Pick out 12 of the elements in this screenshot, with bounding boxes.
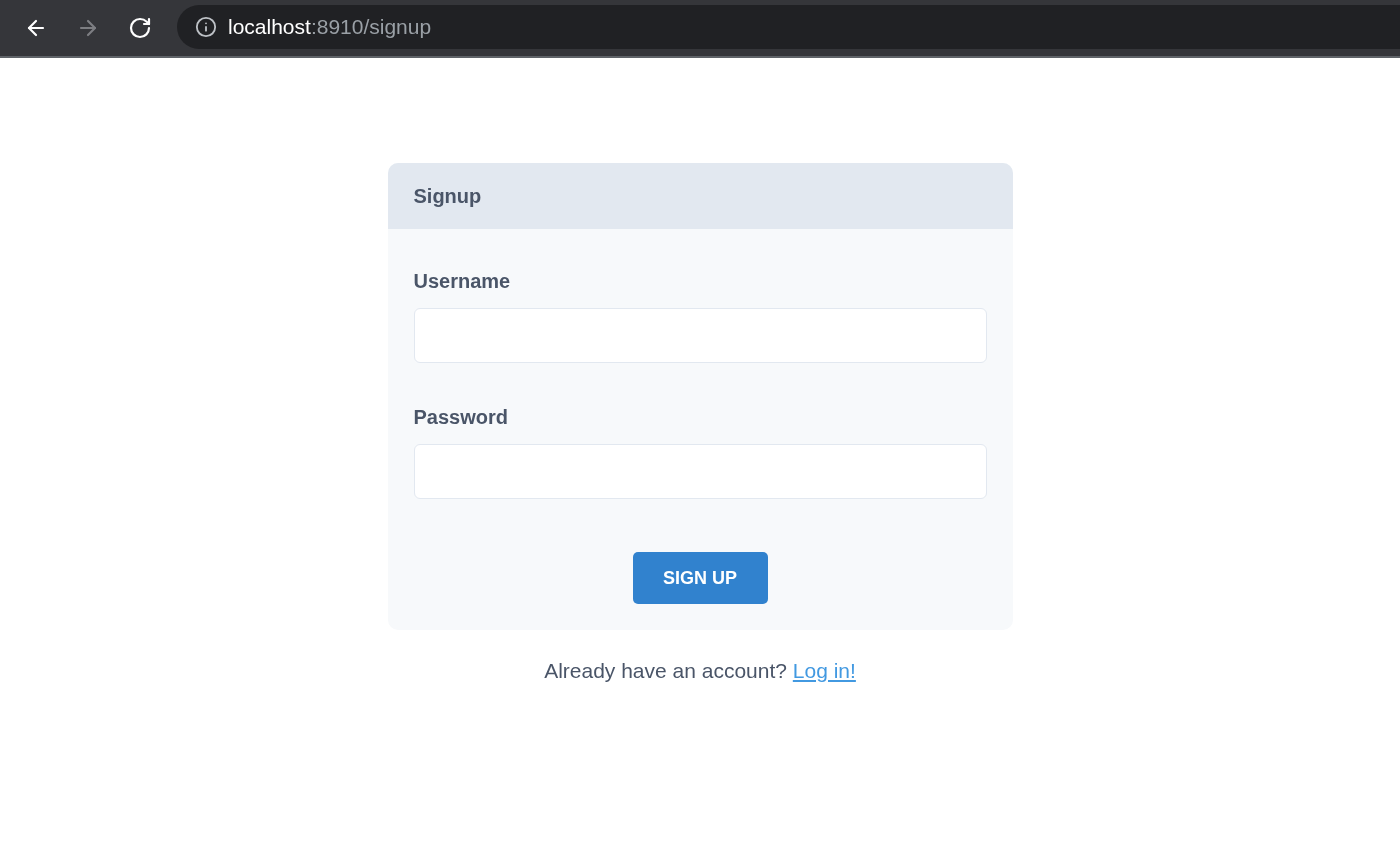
text-field[interactable]: [413, 308, 987, 363]
login-link[interactable]: Log in!: [792, 659, 856, 682]
field-label: Password: [413, 405, 509, 429]
field-label: Username: [413, 269, 512, 293]
sign-up-button[interactable]: SIGN UP: [632, 552, 768, 604]
login-prompt: Already have an account? Log in!: [544, 659, 856, 683]
text-field[interactable]: [413, 444, 987, 499]
url-host: localhost: [228, 14, 311, 41]
card-title: Signup: [413, 184, 482, 209]
url-path: :8910/signup: [310, 14, 432, 41]
info-icon[interactable]: [195, 16, 217, 38]
address-bar[interactable]: localhost:8910/signup: [177, 5, 1400, 49]
